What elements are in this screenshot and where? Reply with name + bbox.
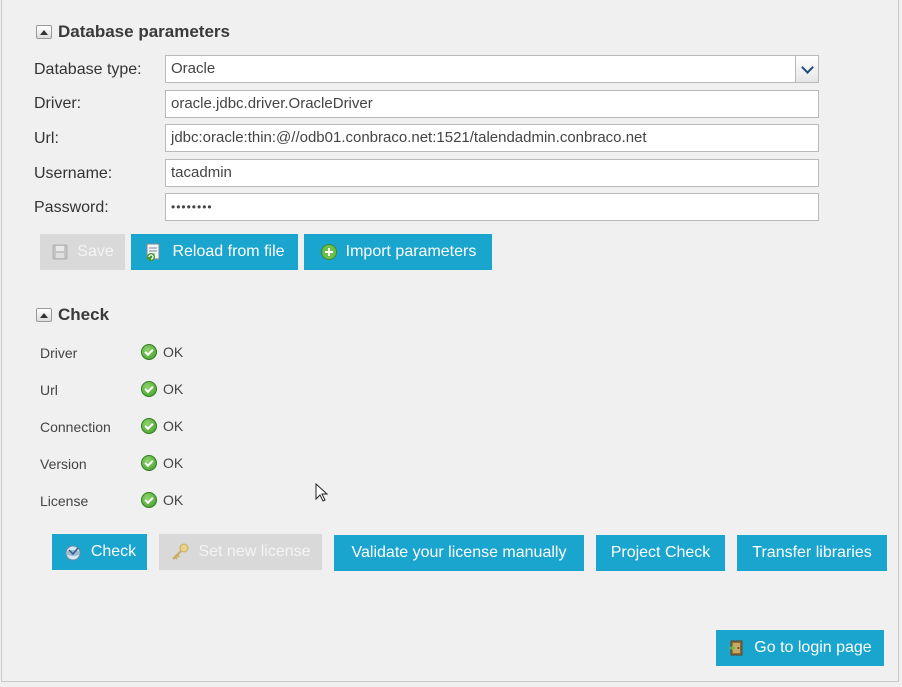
check-ok-icon bbox=[141, 344, 157, 360]
check-item-status: OK bbox=[141, 344, 183, 360]
url-label: Url: bbox=[34, 130, 59, 147]
transfer-libraries-label: Transfer libraries bbox=[752, 544, 872, 561]
reload-file-icon bbox=[144, 242, 164, 262]
set-new-license-button[interactable]: Set new license bbox=[159, 534, 322, 570]
collapse-up-icon[interactable] bbox=[36, 308, 52, 322]
validate-license-label: Validate your license manually bbox=[351, 544, 567, 561]
status-text: OK bbox=[163, 455, 184, 471]
driver-field[interactable]: oracle.jdbc.driver.OracleDriver bbox=[165, 90, 819, 118]
status-text: OK bbox=[163, 418, 184, 434]
password-label: Password: bbox=[34, 199, 109, 216]
check-item-status: OK bbox=[141, 455, 183, 471]
go-to-login-button[interactable]: Go to login page bbox=[716, 630, 884, 666]
go-to-login-label: Go to login page bbox=[754, 639, 872, 656]
check-item-label: License bbox=[40, 493, 89, 509]
db-type-select[interactable]: Oracle bbox=[165, 55, 819, 83]
check-item-label: Driver bbox=[40, 345, 78, 361]
reload-from-file-button[interactable]: Reload from file bbox=[131, 234, 298, 270]
check-item-label: Connection bbox=[40, 419, 111, 435]
db-type-label: Database type: bbox=[34, 61, 142, 78]
username-field[interactable]: tacadmin bbox=[165, 159, 819, 187]
check-item-status: OK bbox=[141, 381, 183, 397]
mouse-cursor-icon bbox=[315, 483, 329, 502]
check-item-label: Version bbox=[40, 456, 87, 472]
status-text: OK bbox=[163, 381, 184, 397]
check-ok-icon bbox=[141, 381, 157, 397]
save-label: Save bbox=[77, 243, 114, 260]
check-item-status: OK bbox=[141, 492, 183, 508]
import-label: Import parameters bbox=[345, 243, 477, 260]
set-new-license-label: Set new license bbox=[198, 543, 311, 560]
project-check-label: Project Check bbox=[610, 544, 711, 561]
project-check-button[interactable]: Project Check bbox=[596, 535, 725, 571]
username-label: Username: bbox=[34, 165, 113, 182]
check-item-label: Url bbox=[40, 382, 58, 398]
validate-license-button[interactable]: Validate your license manually bbox=[334, 535, 584, 571]
password-field[interactable]: •••••••• bbox=[165, 193, 819, 221]
check-item-status: OK bbox=[141, 418, 183, 434]
chevron-down-icon[interactable] bbox=[795, 56, 818, 82]
url-field[interactable]: jdbc:oracle:thin:@//odb01.conbraco.net:1… bbox=[165, 124, 819, 152]
transfer-libraries-button[interactable]: Transfer libraries bbox=[737, 535, 887, 571]
key-icon bbox=[170, 542, 190, 562]
check-section-header: Check bbox=[36, 305, 109, 325]
save-button[interactable]: Save bbox=[40, 234, 125, 270]
check-label: Check bbox=[90, 543, 137, 560]
db-section-title: Database parameters bbox=[58, 22, 230, 41]
collapse-up-icon[interactable] bbox=[36, 25, 52, 39]
status-text: OK bbox=[163, 344, 184, 360]
import-parameters-button[interactable]: Import parameters bbox=[304, 234, 492, 270]
reload-label: Reload from file bbox=[172, 243, 285, 260]
check-ok-icon bbox=[141, 418, 157, 434]
check-ok-icon bbox=[141, 455, 157, 471]
status-text: OK bbox=[163, 492, 184, 508]
check-ok-icon bbox=[141, 492, 157, 508]
check-button[interactable]: Check bbox=[52, 534, 147, 570]
db-type-value: Oracle bbox=[171, 60, 216, 77]
driver-label: Driver: bbox=[34, 95, 82, 112]
db-section-header: Database parameters bbox=[36, 22, 230, 42]
door-icon bbox=[728, 639, 746, 657]
check-tool-icon bbox=[63, 542, 83, 562]
add-circle-icon bbox=[320, 243, 338, 261]
check-section-title: Check bbox=[58, 305, 110, 324]
save-icon bbox=[51, 243, 69, 261]
